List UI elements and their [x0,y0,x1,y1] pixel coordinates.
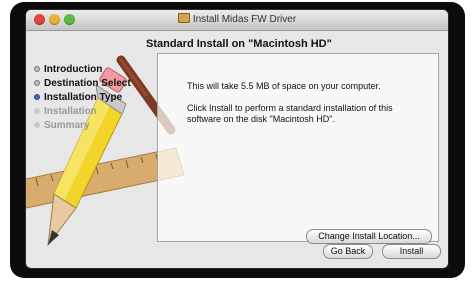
title-bar[interactable]: Install Midas FW Driver [26,10,448,31]
step-label: Introduction [44,63,103,75]
step-introduction: Introduction [34,62,131,76]
step-summary: Summary [34,118,131,132]
installer-steps: Introduction Destination Select Installa… [34,62,131,132]
step-label: Installation Type [44,91,123,103]
step-label: Destination Select [44,77,131,89]
page-heading: Standard Install on "Macintosh HD" [146,38,332,50]
step-label: Installation [44,105,97,117]
space-required-text: This will take 5.5 MB of space on your c… [187,81,381,91]
step-destination-select: Destination Select [34,76,131,90]
step-label: Summary [44,119,90,131]
window-title-container: Install Midas FW Driver [26,13,448,25]
change-install-location-button[interactable]: Change Install Location... [306,229,432,244]
install-description-text: Click Install to perform a standard inst… [187,103,393,124]
step-installation-type: Installation Type [34,90,131,104]
step-done-icon [34,66,40,72]
go-back-button[interactable]: Go Back [323,244,373,259]
step-installation: Installation [34,104,131,118]
window-title: Install Midas FW Driver [192,14,297,25]
package-icon [177,13,190,23]
installer-window: Install Midas FW Driver Standard Install… [26,10,448,268]
content-panel: This will take 5.5 MB of space on your c… [157,53,439,244]
step-current-icon [34,94,40,100]
step-pending-icon [34,122,40,128]
step-pending-icon [34,108,40,114]
step-done-icon [34,80,40,86]
install-button[interactable]: Install [382,244,441,259]
